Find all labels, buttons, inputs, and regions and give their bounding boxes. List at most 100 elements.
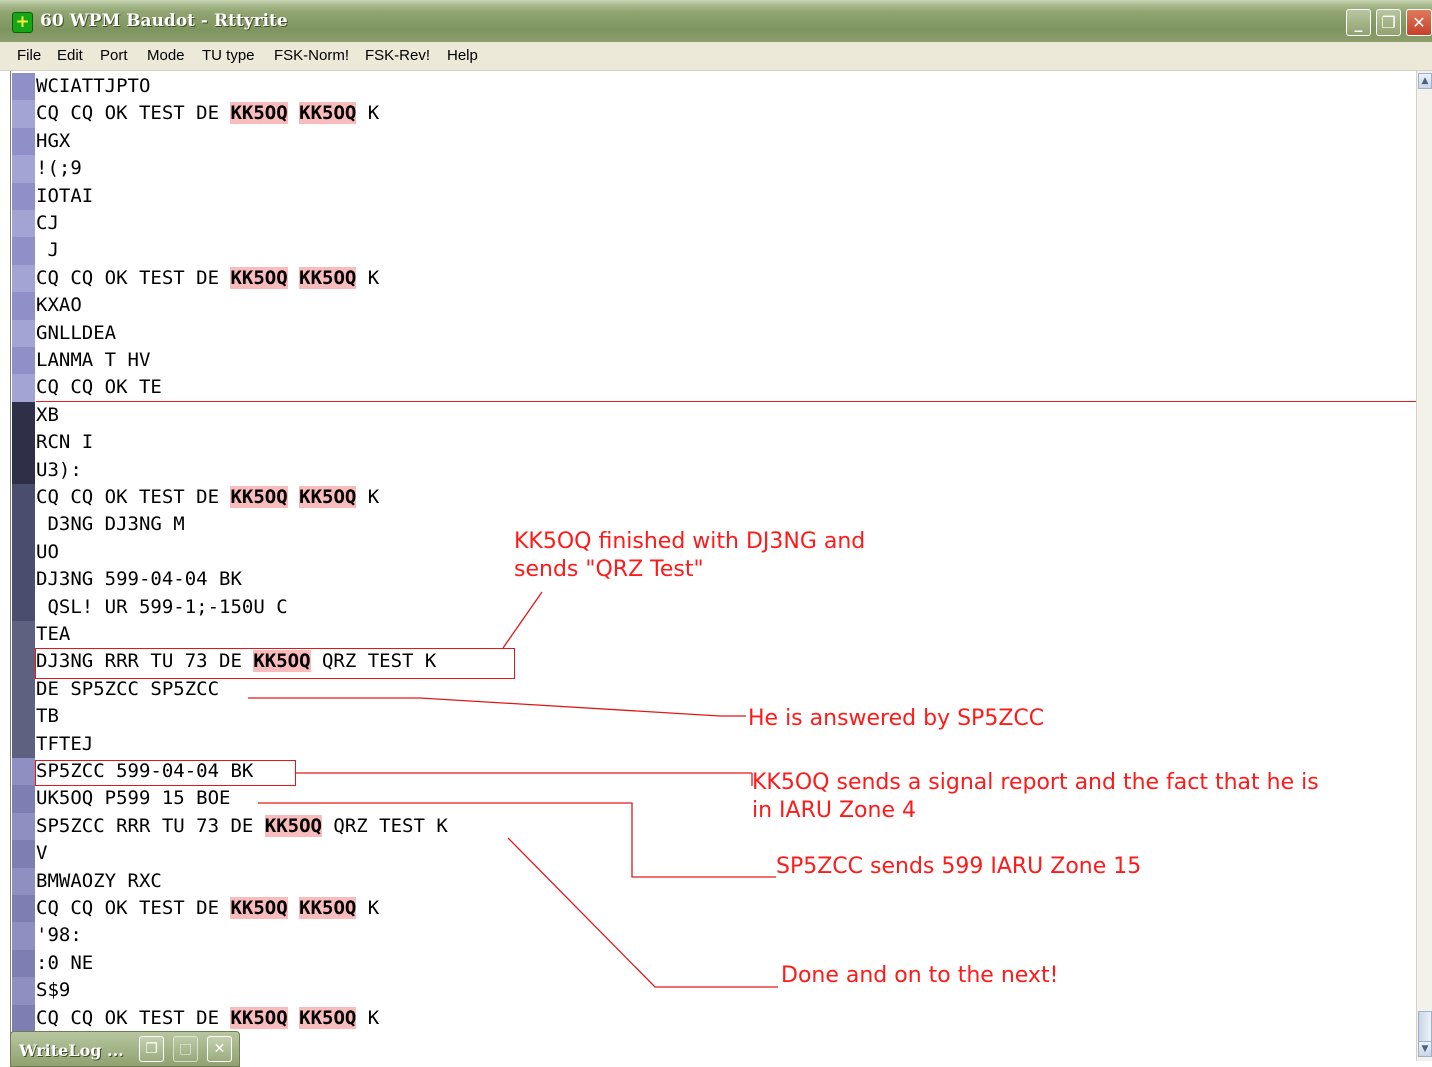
receive-line: HGX — [36, 130, 71, 152]
gutter-segment — [12, 402, 35, 430]
gutter-segment — [12, 320, 35, 348]
gutter-segment — [12, 566, 35, 594]
annotation-done: Done and on to the next! — [781, 963, 1059, 988]
gutter-segment — [12, 950, 35, 978]
menu-help[interactable]: Help — [447, 47, 478, 64]
receive-line: LANMA T HV — [36, 349, 151, 371]
gutter-segment — [12, 128, 35, 156]
writelog-minimized-window[interactable]: WriteLog ... ❐ □ ✕ — [10, 1031, 240, 1067]
receive-line: UO — [36, 541, 59, 563]
menu-tu-type[interactable]: TU type — [202, 47, 255, 64]
callsign-highlight: KK5OQ — [299, 1007, 357, 1029]
menu-edit[interactable]: Edit — [57, 47, 83, 64]
annotation-qrz-test-line2: sends "QRZ Test" — [514, 557, 704, 582]
gutter-segment — [12, 703, 35, 731]
receive-line: J — [36, 239, 59, 261]
callsign-highlight: KK5OQ — [230, 486, 288, 508]
scroll-thumb[interactable] — [1418, 1011, 1432, 1043]
receive-line: UK5OQ P599 15 BOE — [36, 787, 231, 809]
gutter-segment — [12, 347, 35, 375]
gutter-segment — [12, 594, 35, 622]
receive-line: TB — [36, 705, 59, 727]
callsign-highlight: KK5OQ — [299, 897, 357, 919]
menu-bar: File Edit Port Mode TU type FSK-Norm! FS… — [0, 42, 1432, 71]
annotation-zone15: SP5ZCC sends 599 IARU Zone 15 — [776, 854, 1142, 879]
receive-line: XB — [36, 404, 59, 426]
current-position-marker — [36, 401, 1416, 402]
menu-fsk-rev[interactable]: FSK-Rev! — [365, 47, 430, 64]
receive-line: !(;9 — [36, 157, 82, 179]
app-icon[interactable]: + — [12, 12, 33, 33]
gutter-segment — [12, 100, 35, 128]
gutter-segment — [12, 1005, 35, 1033]
line-gutter — [12, 73, 35, 1059]
receive-line: KXAO — [36, 294, 82, 316]
receive-line: DE SP5ZCC SP5ZCC — [36, 678, 220, 700]
gutter-segment — [12, 265, 35, 293]
gutter-segment — [12, 210, 35, 238]
callsign-highlight: KK5OQ — [299, 486, 357, 508]
receive-line: CQ CQ OK TEST DE KK5OQ KK5OQ K — [36, 897, 380, 919]
close-button[interactable]: ✕ — [1406, 9, 1432, 36]
annotation-signal-report-line1: KK5OQ sends a signal report and the fact… — [752, 770, 1319, 795]
callsign-highlight: KK5OQ — [230, 897, 288, 919]
gutter-segment — [12, 292, 35, 320]
receive-line: CQ CQ OK TEST DE KK5OQ KK5OQ K — [36, 1007, 380, 1029]
receive-line: D3NG DJ3NG M — [36, 513, 185, 535]
receive-line: TEA — [36, 623, 71, 645]
gutter-segment — [12, 237, 35, 265]
menu-fsk-norm[interactable]: FSK-Norm! — [274, 47, 349, 64]
menu-file[interactable]: File — [17, 47, 41, 64]
menu-mode[interactable]: Mode — [147, 47, 185, 64]
gutter-segment — [12, 648, 35, 676]
gutter-segment — [12, 868, 35, 896]
gutter-segment — [12, 429, 35, 457]
callsign-highlight: KK5OQ — [230, 102, 288, 124]
callsign-highlight: KK5OQ — [299, 267, 357, 289]
gutter-segment — [12, 155, 35, 183]
writelog-restore-button[interactable]: ❐ — [139, 1036, 164, 1062]
receive-line: S$9 — [36, 979, 71, 1001]
callsign-highlight: KK5OQ — [299, 102, 357, 124]
menu-port[interactable]: Port — [100, 47, 128, 64]
callsign-highlight: KK5OQ — [230, 267, 288, 289]
gutter-segment — [12, 183, 35, 211]
scroll-down-icon[interactable]: ▼ — [1418, 1041, 1432, 1057]
gutter-segment — [12, 457, 35, 485]
scroll-up-icon[interactable]: ▲ — [1418, 73, 1432, 89]
window-title-bar[interactable]: + 60 WPM Baudot - Rttyrite _ ❐ ✕ — [0, 0, 1432, 43]
gutter-segment — [12, 621, 35, 649]
receive-line: QSL! UR 599-1;-150U C — [36, 596, 288, 618]
annotation-box-signal-report — [35, 760, 296, 786]
receive-line: GNLLDEA — [36, 322, 117, 344]
gutter-segment — [12, 731, 35, 759]
minimize-button[interactable]: _ — [1346, 9, 1371, 36]
writelog-maximize-button[interactable]: □ — [173, 1036, 198, 1062]
annotation-answered: He is answered by SP5ZCC — [748, 706, 1045, 731]
callsign-highlight: KK5OQ — [230, 1007, 288, 1029]
receive-line: CQ CQ OK TE — [36, 376, 162, 398]
receive-line: CJ — [36, 212, 59, 234]
receive-line: WCIATTJPTO — [36, 75, 151, 97]
vertical-scrollbar[interactable]: ▲ ▼ — [1416, 71, 1432, 1061]
receive-line: TFTEJ — [36, 733, 94, 755]
gutter-segment — [12, 840, 35, 868]
gutter-segment — [12, 511, 35, 539]
receive-line: V — [36, 842, 48, 864]
gutter-segment — [12, 73, 35, 101]
gutter-segment — [12, 813, 35, 841]
writelog-close-button[interactable]: ✕ — [207, 1036, 232, 1062]
gutter-segment — [12, 676, 35, 704]
receive-line: :0 NE — [36, 952, 94, 974]
gutter-segment — [12, 374, 35, 402]
gutter-segment — [12, 484, 35, 512]
gutter-segment — [12, 895, 35, 923]
gutter-segment — [12, 977, 35, 1005]
receive-line: '98: — [36, 924, 82, 946]
annotation-box-qrz-test — [35, 648, 515, 679]
receive-line: SP5ZCC RRR TU 73 DE KK5OQ QRZ TEST K — [36, 815, 448, 837]
gutter-segment — [12, 785, 35, 813]
receive-line: BMWAOZY RXC — [36, 870, 162, 892]
restore-button[interactable]: ❐ — [1376, 9, 1401, 36]
receive-line: DJ3NG 599-04-04 BK — [36, 568, 242, 590]
